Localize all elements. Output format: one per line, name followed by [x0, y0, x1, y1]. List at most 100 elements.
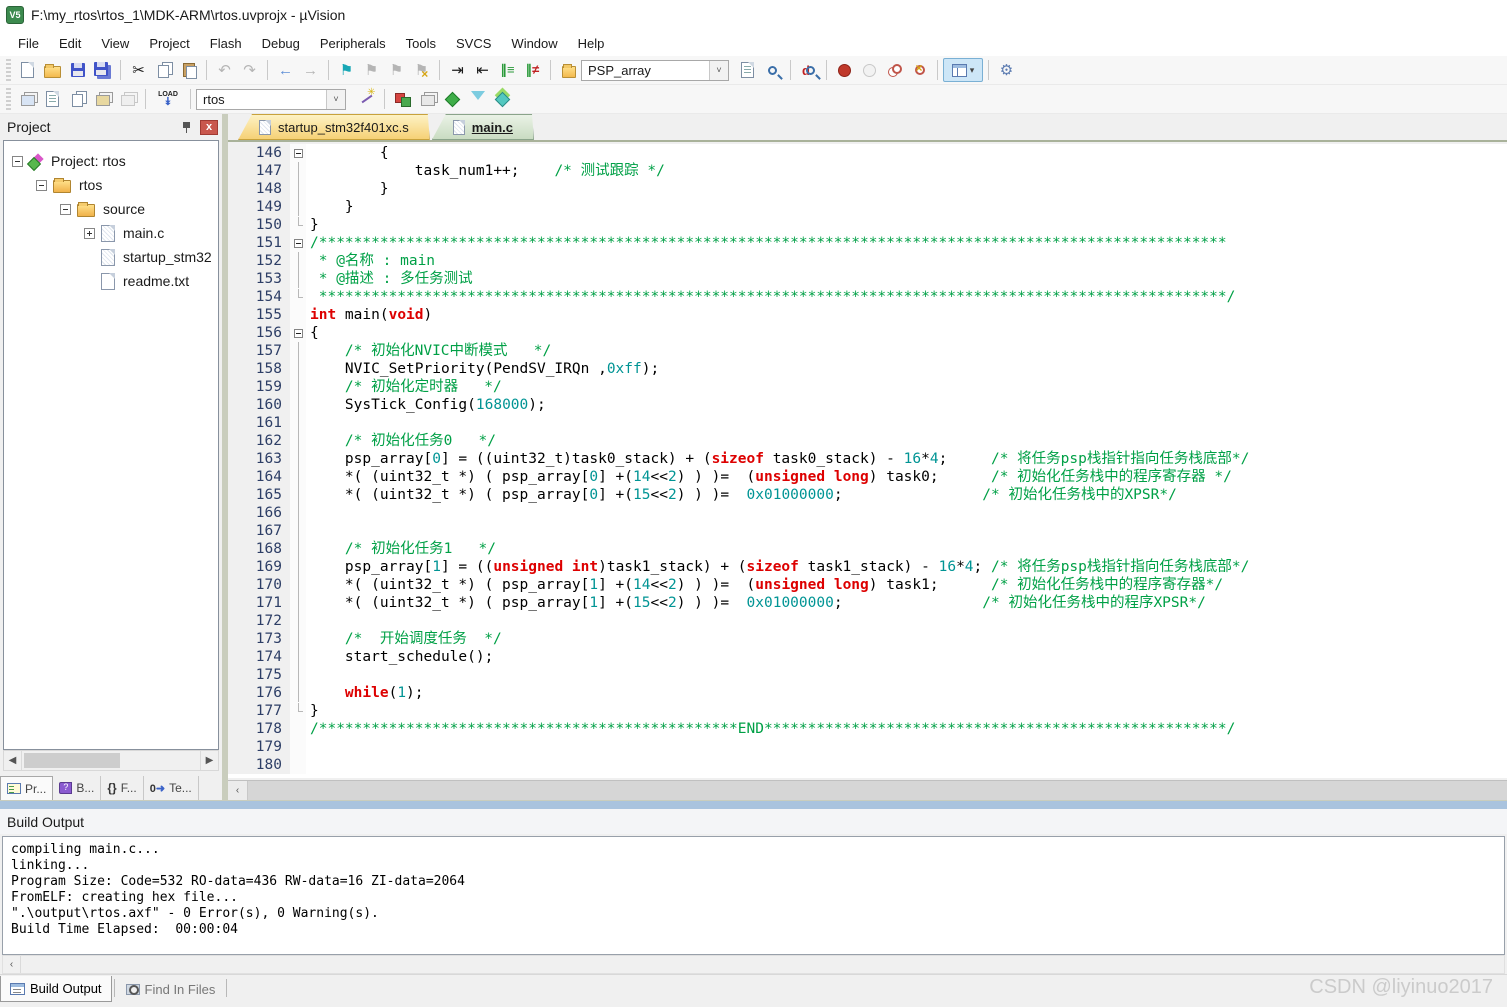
download-button[interactable]: LOAD⯯ — [151, 87, 185, 111]
menu-window[interactable]: Window — [501, 33, 567, 54]
close-panel-button[interactable]: x — [200, 120, 218, 135]
breakpoint-toggle-button[interactable] — [832, 58, 857, 82]
copy-button[interactable] — [151, 58, 176, 82]
fold-collapse-icon[interactable] — [290, 144, 306, 162]
navigate-forward-button[interactable]: → — [298, 58, 323, 82]
scroll-thumb[interactable] — [24, 753, 120, 768]
save-button[interactable] — [65, 58, 90, 82]
line-number[interactable]: 149 — [228, 198, 290, 216]
output-hscrollbar[interactable]: ‹ — [2, 955, 1505, 974]
uncomment-selection-button[interactable]: ∥≠ — [520, 58, 545, 82]
menu-tools[interactable]: Tools — [396, 33, 446, 54]
panel-tab-functions[interactable]: {}F... — [101, 776, 143, 800]
find-page-icon[interactable] — [556, 58, 581, 82]
scroll-left-arrow[interactable]: ‹ — [3, 956, 21, 973]
line-number[interactable]: 160 — [228, 396, 290, 414]
line-number[interactable]: 171 — [228, 594, 290, 612]
chevron-down-icon[interactable]: ˅ — [709, 61, 728, 80]
dropdown-arrow-icon[interactable]: ▾ — [970, 65, 975, 76]
line-number[interactable]: 180 — [228, 756, 290, 774]
line-number[interactable]: 153 — [228, 270, 290, 288]
line-number[interactable]: 162 — [228, 432, 290, 450]
code-editor[interactable]: 146 {147 task_num1++; /* 测试跟踪 */148 }149… — [228, 144, 1507, 778]
chevron-down-icon[interactable]: ˅ — [326, 90, 345, 109]
menu-flash[interactable]: Flash — [200, 33, 252, 54]
editor-tab-startup-stm32f401xc-s[interactable]: startup_stm32f401xc.s — [238, 114, 430, 140]
open-file-button[interactable] — [40, 58, 65, 82]
horizontal-splitter[interactable] — [0, 800, 1507, 809]
code-line[interactable]: 172 — [228, 612, 1507, 630]
fold-collapse-icon[interactable] — [290, 234, 306, 252]
scroll-right-arrow[interactable]: ▶ — [200, 751, 218, 770]
redo-button[interactable]: ↷ — [237, 58, 262, 82]
code-line[interactable]: 167 — [228, 522, 1507, 540]
line-number[interactable]: 146 — [228, 144, 290, 162]
menu-view[interactable]: View — [91, 33, 139, 54]
manage-rte-button[interactable] — [440, 87, 465, 111]
incremental-find-button[interactable]: d — [796, 58, 821, 82]
tree-item-source[interactable]: source — [4, 197, 218, 221]
comment-selection-button[interactable]: ∥≡ — [495, 58, 520, 82]
code-line[interactable]: 164 *( (uint32_t *) ( psp_array[0] +(14<… — [228, 468, 1507, 486]
code-line[interactable]: 156{ — [228, 324, 1507, 342]
line-number[interactable]: 161 — [228, 414, 290, 432]
line-number[interactable]: 159 — [228, 378, 290, 396]
tree-expander[interactable] — [60, 204, 71, 215]
line-number[interactable]: 165 — [228, 486, 290, 504]
line-number[interactable]: 170 — [228, 576, 290, 594]
line-number[interactable]: 156 — [228, 324, 290, 342]
menu-project[interactable]: Project — [139, 33, 199, 54]
line-number[interactable]: 152 — [228, 252, 290, 270]
select-software-packs-button[interactable] — [465, 87, 490, 111]
code-line[interactable]: 146 { — [228, 144, 1507, 162]
code-line[interactable]: 171 *( (uint32_t *) ( psp_array[1] +(15<… — [228, 594, 1507, 612]
menu-svcs[interactable]: SVCS — [446, 33, 501, 54]
paste-button[interactable] — [176, 58, 201, 82]
code-line[interactable]: 168 /* 初始化任务1 */ — [228, 540, 1507, 558]
tree-item-main-c[interactable]: main.c — [4, 221, 218, 245]
code-line[interactable]: 147 task_num1++; /* 测试跟踪 */ — [228, 162, 1507, 180]
build-button[interactable] — [40, 87, 65, 111]
pin-icon[interactable] — [182, 121, 192, 133]
tree-expander[interactable] — [12, 156, 23, 167]
undo-button[interactable]: ↶ — [212, 58, 237, 82]
tree-expander[interactable] — [84, 228, 95, 239]
pack-installer-button[interactable] — [490, 87, 515, 111]
code-line[interactable]: 154 ************************************… — [228, 288, 1507, 306]
line-number[interactable]: 173 — [228, 630, 290, 648]
line-number[interactable]: 166 — [228, 504, 290, 522]
save-all-button[interactable] — [90, 58, 115, 82]
menu-debug[interactable]: Debug — [252, 33, 310, 54]
line-number[interactable]: 179 — [228, 738, 290, 756]
options-for-target-button[interactable] — [354, 87, 379, 111]
breakpoint-enable-disable-button[interactable] — [857, 58, 882, 82]
project-hscrollbar[interactable]: ◀ ▶ — [3, 750, 219, 771]
menu-edit[interactable]: Edit — [49, 33, 91, 54]
bottom-tab-find-in-files[interactable]: Find In Files — [117, 976, 225, 1002]
code-line[interactable]: 152 * @名称 : main — [228, 252, 1507, 270]
line-number[interactable]: 150 — [228, 216, 290, 234]
menu-file[interactable]: File — [8, 33, 49, 54]
editor-hscrollbar[interactable]: ‹ — [228, 780, 1507, 800]
line-number[interactable]: 164 — [228, 468, 290, 486]
editor-tab-main-c[interactable]: main.c — [432, 114, 534, 140]
code-line[interactable]: 175 — [228, 666, 1507, 684]
panel-tab-books[interactable]: B... — [53, 776, 101, 800]
line-number[interactable]: 158 — [228, 360, 290, 378]
scroll-left-arrow[interactable]: ‹ — [228, 781, 248, 801]
bookmark-toggle-button[interactable]: ⚑ — [334, 58, 359, 82]
code-line[interactable]: 160 SysTick_Config(168000); — [228, 396, 1507, 414]
code-line[interactable]: 173 /* 开始调度任务 */ — [228, 630, 1507, 648]
stop-build-button[interactable] — [115, 87, 140, 111]
menu-help[interactable]: Help — [568, 33, 615, 54]
line-number[interactable]: 172 — [228, 612, 290, 630]
find-button[interactable] — [760, 58, 785, 82]
fold-collapse-icon[interactable] — [290, 324, 306, 342]
bookmark-prev-button[interactable]: ⚑ — [359, 58, 384, 82]
target-combobox[interactable]: rtos ˅ — [196, 89, 346, 110]
line-number[interactable]: 177 — [228, 702, 290, 720]
toolbar-grip[interactable] — [6, 88, 11, 110]
file-extensions-button[interactable] — [415, 87, 440, 111]
line-number[interactable]: 178 — [228, 720, 290, 738]
line-number[interactable]: 169 — [228, 558, 290, 576]
